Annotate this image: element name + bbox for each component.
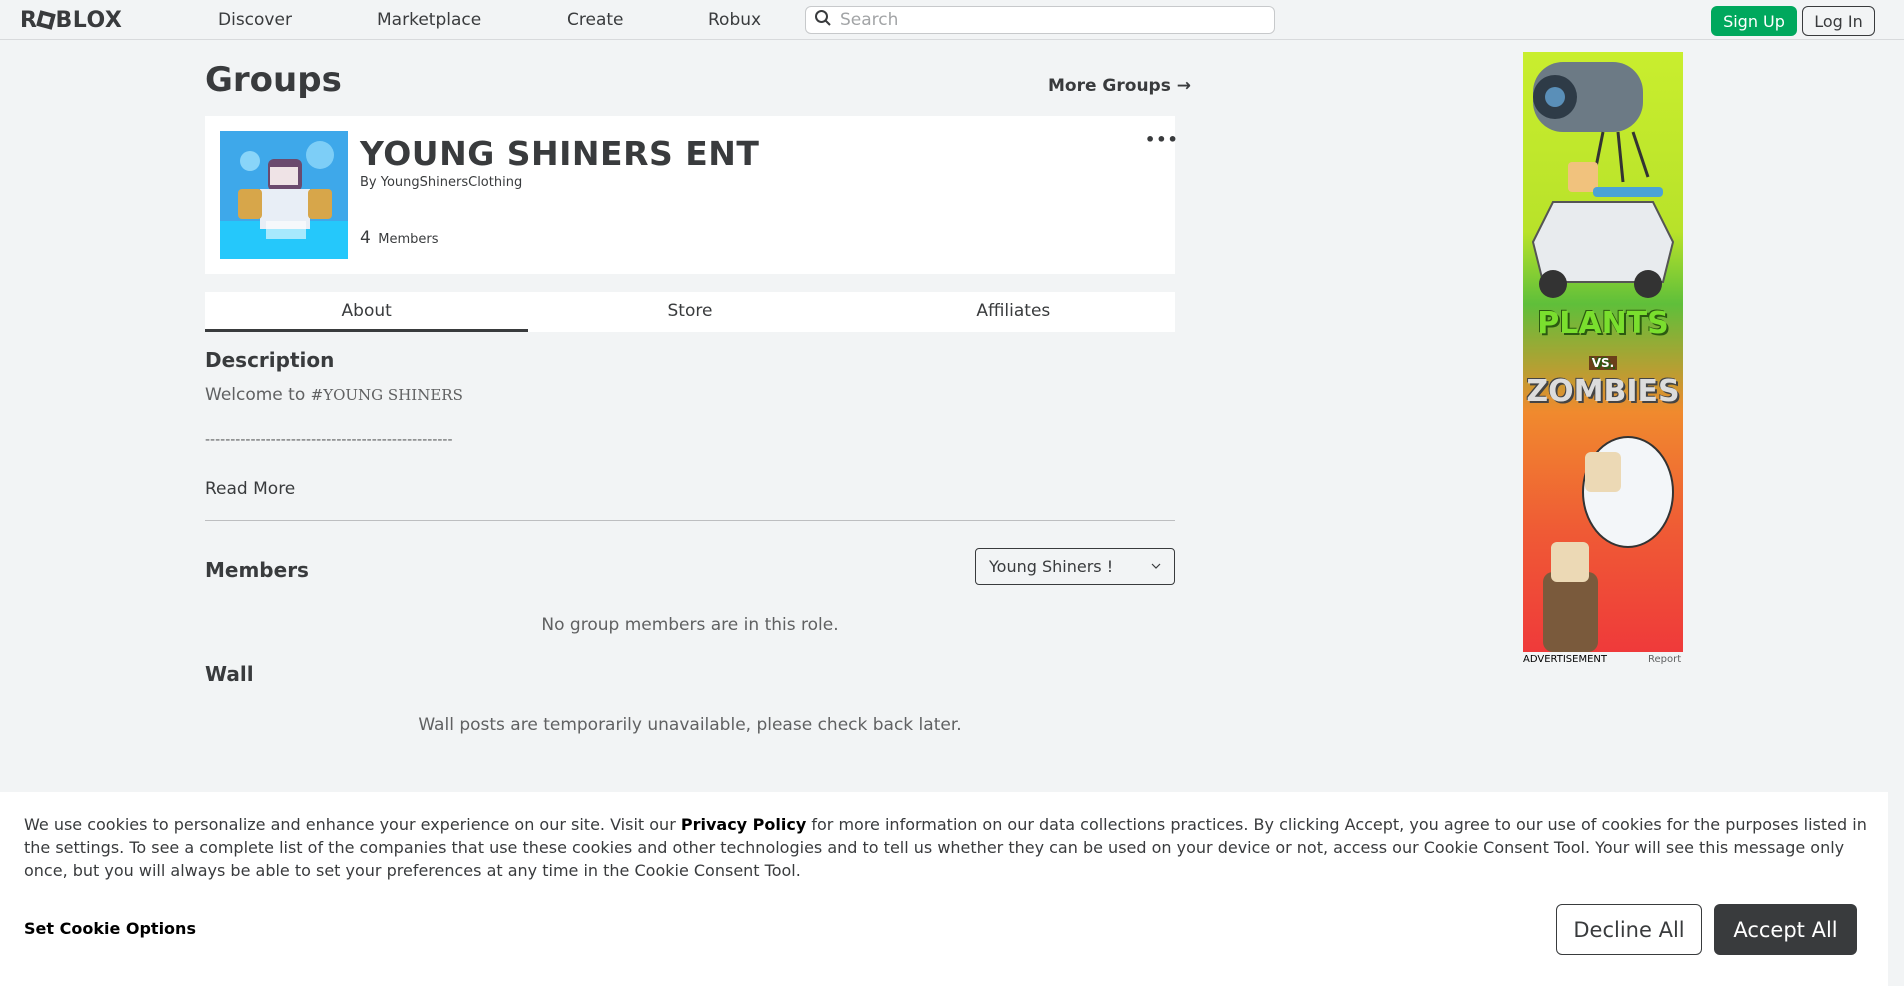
description-divider-text: ----------------------------------------… xyxy=(205,432,453,448)
set-cookie-options-button[interactable]: Set Cookie Options xyxy=(24,919,196,938)
nav-discover[interactable]: Discover xyxy=(218,10,292,30)
cookie-consent-banner: We use cookies to personalize and enhanc… xyxy=(0,792,1888,986)
advertisement-banner[interactable]: PLANTS VS. ZOMBIES xyxy=(1523,52,1683,652)
search-box[interactable] xyxy=(805,6,1275,34)
description-text: Welcome to #YOUNG SHINERS xyxy=(205,385,463,405)
log-in-button[interactable]: Log In xyxy=(1802,6,1875,36)
description-heading: Description xyxy=(205,348,335,372)
members-heading: Members xyxy=(205,558,309,582)
more-options-icon[interactable]: ••• xyxy=(1145,130,1179,149)
group-emblem-image xyxy=(220,131,348,259)
member-count-value: 4 xyxy=(360,228,371,248)
member-count-label: Members xyxy=(378,232,439,247)
nav-robux[interactable]: Robux xyxy=(708,10,761,30)
search-icon xyxy=(814,9,832,31)
tab-affiliates[interactable]: Affiliates xyxy=(852,292,1175,332)
group-member-count: 4 Members xyxy=(360,228,438,248)
tab-about[interactable]: About xyxy=(205,292,529,332)
description-group-name: #YOUNG SHINERS xyxy=(310,386,463,404)
nav-marketplace[interactable]: Marketplace xyxy=(377,10,481,30)
ad-vs: VS. xyxy=(1588,356,1618,370)
more-groups-link[interactable]: More Groups → xyxy=(1048,76,1191,96)
ad-report-link[interactable]: Report xyxy=(1648,654,1681,665)
roblox-logo[interactable]: R BLOX xyxy=(20,8,122,33)
chevron-down-icon xyxy=(1150,549,1162,598)
section-divider xyxy=(205,520,1175,521)
nav-create[interactable]: Create xyxy=(567,10,624,30)
wall-unavailable-message: Wall posts are temporarily unavailable, … xyxy=(418,715,962,735)
description-prefix: Welcome to xyxy=(205,385,311,405)
sign-up-button[interactable]: Sign Up xyxy=(1711,6,1797,36)
cookie-text-before: We use cookies to personalize and enhanc… xyxy=(24,815,681,834)
wall-heading: Wall xyxy=(205,662,254,686)
read-more-button[interactable]: Read More xyxy=(205,479,295,499)
privacy-policy-link[interactable]: Privacy Policy xyxy=(681,815,806,834)
tab-store[interactable]: Store xyxy=(528,292,851,332)
page-scrollbar[interactable] xyxy=(1888,40,1904,986)
group-owner-prefix: By xyxy=(360,175,377,190)
ad-title: PLANTS VS. ZOMBIES xyxy=(1523,307,1683,409)
group-name: YOUNG SHINERS ENT xyxy=(360,134,760,173)
group-tabs: About Store Affiliates xyxy=(205,292,1175,332)
group-owner: By YoungShinersClothing xyxy=(360,175,522,190)
accept-all-button[interactable]: Accept All xyxy=(1714,904,1857,955)
role-dropdown-value: Young Shiners ! xyxy=(989,557,1114,576)
page-title: Groups xyxy=(205,60,342,100)
cookie-consent-text: We use cookies to personalize and enhanc… xyxy=(24,813,1874,882)
decline-all-button[interactable]: Decline All xyxy=(1556,904,1702,955)
group-owner-link[interactable]: YoungShinersClothing xyxy=(381,175,522,190)
group-header-card: YOUNG SHINERS ENT By YoungShinersClothin… xyxy=(205,116,1178,274)
top-navigation-bar: R BLOX Discover Marketplace Create Robux … xyxy=(0,0,1904,40)
ad-title-line1: PLANTS xyxy=(1537,306,1669,341)
members-empty-message: No group members are in this role. xyxy=(541,615,839,635)
search-input[interactable] xyxy=(840,10,1260,30)
role-dropdown[interactable]: Young Shiners ! xyxy=(975,548,1175,585)
ad-title-line2: ZOMBIES xyxy=(1526,374,1680,409)
advertisement-label: ADVERTISEMENT xyxy=(1523,654,1608,665)
